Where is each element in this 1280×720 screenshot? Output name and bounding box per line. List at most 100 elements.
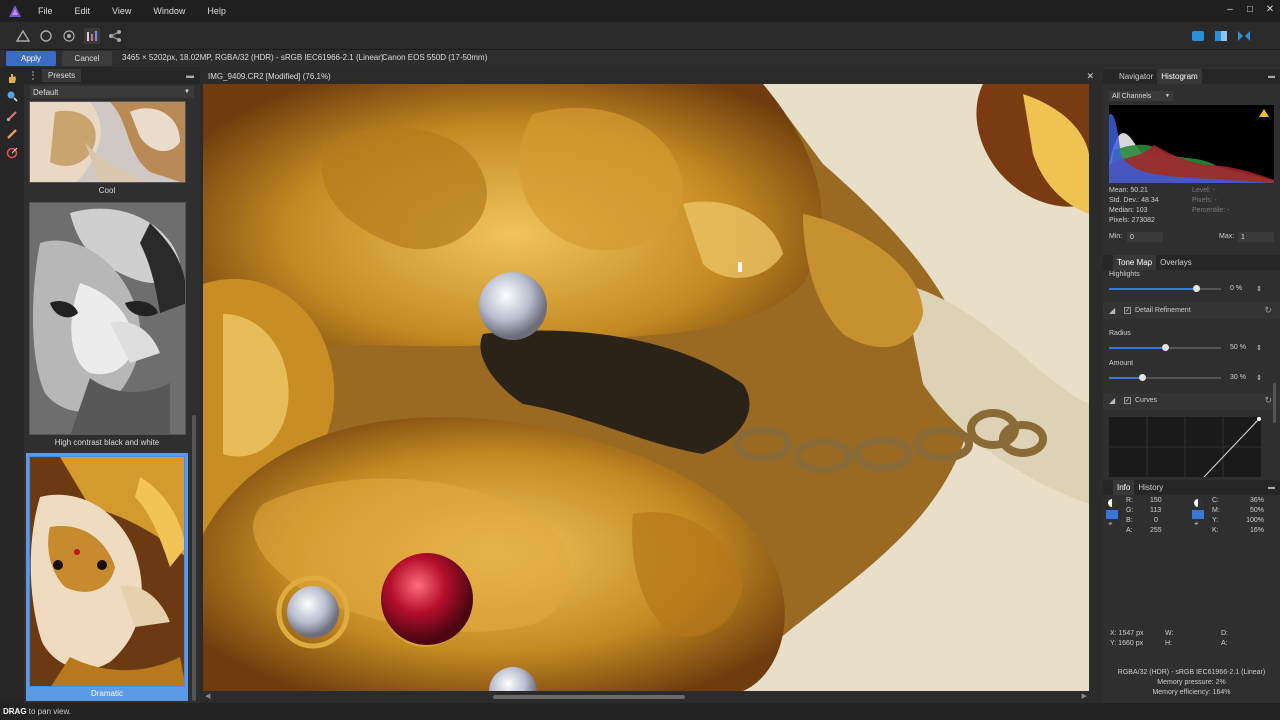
cursor-y: Y: 1660 px (1110, 640, 1144, 647)
export-persona-icon[interactable] (107, 28, 123, 44)
status-text: to pan view. (26, 707, 72, 716)
scroll-left-icon[interactable]: ◀ (205, 692, 210, 700)
min-label: Min: (1109, 233, 1123, 240)
highlights-value[interactable]: 0 % (1230, 285, 1242, 292)
apply-button[interactable]: Apply (6, 51, 56, 66)
photo-persona-icon[interactable] (15, 28, 31, 44)
color-wheel-icon[interactable] (1194, 499, 1202, 507)
min-input[interactable]: 0 (1127, 232, 1163, 242)
zoom-tool-icon[interactable] (5, 89, 19, 103)
status-key: DRAG (3, 707, 27, 716)
stepper-icon[interactable]: ⇕ (1256, 374, 1262, 382)
menu-window[interactable]: Window (149, 4, 189, 18)
close-document-icon[interactable]: ✕ (1086, 71, 1094, 82)
stepper-icon[interactable]: ⇕ (1256, 344, 1262, 352)
menu-view[interactable]: View (108, 4, 135, 18)
presets-category-value: Default (33, 87, 59, 97)
reset-icon[interactable]: ↻ (1264, 395, 1272, 406)
stat-median: Median: 103 (1109, 207, 1148, 214)
selection-height: H: (1165, 640, 1172, 647)
preset-high-contrast-bw[interactable]: High contrast black and white (26, 202, 188, 448)
pointer-icon[interactable] (1106, 510, 1118, 519)
preset-bw-label: High contrast black and white (54, 438, 160, 447)
menu-file[interactable]: File (34, 4, 57, 18)
stat-std: Std. Dev.: 48.34 (1109, 197, 1159, 204)
minimize-button[interactable]: – (1220, 0, 1240, 18)
tab-tone-map[interactable]: Tone Map (1113, 255, 1157, 270)
tab-navigator[interactable]: Navigator (1115, 72, 1157, 81)
channel-select[interactable]: All Channels ▼ (1109, 91, 1173, 101)
crosshair-icon[interactable]: ⌖ (1194, 519, 1205, 529)
k-value: 16% (1249, 527, 1264, 534)
close-window-button[interactable]: ✕ (1260, 0, 1280, 18)
curves-graph[interactable] (1109, 417, 1261, 477)
menu-help[interactable]: Help (203, 4, 230, 18)
radius-slider-knob[interactable] (1161, 344, 1169, 351)
view-mode-single-icon[interactable] (1190, 28, 1206, 44)
tab-histogram[interactable]: Histogram (1157, 69, 1202, 84)
canvas-horizontal-scrollbar[interactable]: ◀ ▶ (203, 693, 1089, 701)
panel-menu-icon[interactable]: ▬ (1268, 484, 1275, 491)
stepper-icon[interactable]: ⇕ (1256, 285, 1262, 293)
crosshair-icon[interactable]: ⌖ (1108, 519, 1119, 529)
radius-value[interactable]: 50 % (1230, 344, 1246, 351)
preset-dramatic[interactable]: Dramatic (26, 453, 188, 701)
preset-dramatic-thumbnail (29, 456, 185, 687)
c-value: 36% (1249, 497, 1264, 504)
amount-label: Amount (1109, 360, 1134, 367)
maximize-button[interactable]: □ (1240, 0, 1260, 18)
hand-tool-icon[interactable] (5, 71, 19, 85)
reset-icon[interactable]: ↻ (1264, 305, 1272, 316)
presets-scrollbar[interactable] (192, 415, 196, 701)
tonemap-scrollbar[interactable] (1273, 383, 1276, 423)
liquify-persona-icon[interactable] (38, 28, 54, 44)
chevron-down-icon: ▼ (184, 89, 190, 95)
color-picker-tool-icon[interactable] (5, 146, 19, 160)
radius-label: Radius (1109, 330, 1131, 337)
context-toolbar: Apply Cancel 3465 × 5202px, 18.02MP, RGB… (0, 50, 1280, 67)
menu-edit[interactable]: Edit (71, 4, 95, 18)
highlights-slider-knob[interactable] (1192, 285, 1200, 292)
tab-info[interactable]: Info (1113, 480, 1135, 495)
document-tab[interactable]: IMG_9409.CR2 [Modified] (76.1%) ✕ (203, 71, 1100, 83)
stat-level: Level: - (1192, 187, 1215, 194)
erase-brush-tool-icon[interactable] (5, 127, 19, 141)
panel-menu-icon[interactable]: ▬ (1268, 73, 1275, 80)
curves-checkbox[interactable]: ✓ (1124, 397, 1131, 404)
stat-percentile: Percentile: - (1192, 207, 1230, 214)
histogram-graph (1109, 105, 1274, 183)
view-mode-split-icon[interactable] (1213, 28, 1229, 44)
highlights-slider-fill (1109, 288, 1197, 290)
histogram-panel-header: Navigator Histogram ▬ (1103, 69, 1280, 84)
tab-overlays[interactable]: Overlays (1156, 258, 1196, 267)
preset-bw-thumbnail (29, 202, 186, 435)
preset-cool[interactable]: Cool (26, 101, 188, 197)
max-input[interactable]: 1 (1238, 232, 1274, 242)
horizontal-scroll-thumb[interactable] (493, 695, 685, 699)
paint-brush-tool-icon[interactable] (5, 109, 19, 123)
camera-info: Canon EOS 550D (17-50mm) (382, 53, 488, 62)
pointer-icon[interactable] (1192, 510, 1204, 519)
channel-select-value: All Channels (1112, 92, 1152, 100)
develop-persona-icon[interactable] (61, 28, 77, 44)
tone-mapping-persona-icon[interactable] (84, 28, 100, 44)
a-label: A: (1126, 527, 1133, 534)
document-title: IMG_9409.CR2 [Modified] (76.1%) (208, 72, 331, 81)
amount-slider-knob[interactable] (1139, 374, 1147, 381)
color-wheel-icon[interactable] (1108, 499, 1116, 507)
image-canvas[interactable] (203, 84, 1089, 691)
scroll-right-icon[interactable]: ▶ (1082, 692, 1087, 700)
detail-refinement-checkbox[interactable]: ✓ (1124, 307, 1131, 314)
tab-history[interactable]: History (1134, 483, 1167, 492)
cursor-x: X: 1547 px (1110, 630, 1144, 637)
presets-category-select[interactable]: Default ▼ (30, 86, 194, 98)
cancel-button[interactable]: Cancel (62, 51, 112, 66)
panel-menu-icon[interactable]: ▬ (186, 71, 194, 80)
detail-refinement-section: ◢ ✓ Detail Refinement ↻ (1103, 303, 1280, 319)
amount-value[interactable]: 30 % (1230, 374, 1246, 381)
presets-tab[interactable]: Presets (42, 69, 82, 82)
info-icons-right: ⌖ (1191, 497, 1205, 537)
view-mode-mirror-icon[interactable] (1236, 28, 1252, 44)
presets-panel: Presets ▬ Default ▼ Cool High contrast b… (24, 67, 200, 703)
tonemap-panel-header: Tone Map Overlays (1103, 255, 1280, 270)
